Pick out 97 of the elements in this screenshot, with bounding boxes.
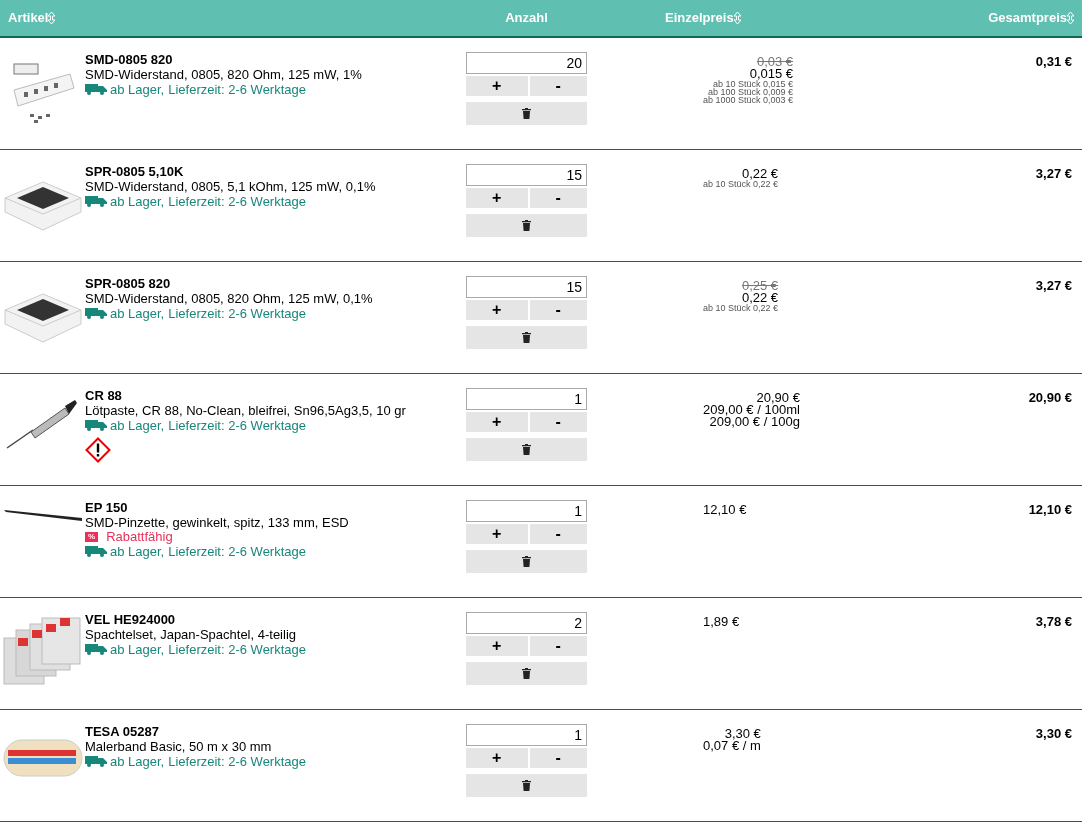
truck-icon	[85, 196, 107, 207]
decrease-button[interactable]: -	[529, 748, 587, 768]
quantity-field[interactable]: 15	[466, 276, 587, 298]
unit-price: 209,00 € / 100ml	[703, 404, 800, 416]
discount-label: Rabattfähig	[106, 530, 173, 544]
decrease-button[interactable]: -	[529, 188, 587, 208]
delivery-time: Lieferzeit: 2-6 Werktage	[168, 754, 306, 769]
product-code: TESA 05287	[85, 724, 160, 739]
delete-button[interactable]	[466, 662, 587, 685]
trash-icon	[522, 668, 531, 679]
delete-button[interactable]	[466, 438, 587, 461]
total-price: 20,90 €	[1027, 389, 1073, 407]
increase-button[interactable]: +	[466, 636, 528, 656]
truck-icon	[85, 420, 107, 431]
product-description: SMD-Widerstand, 0805, 820 Ohm, 125 mW, 1%	[85, 67, 363, 82]
trash-icon	[522, 332, 531, 343]
delete-button[interactable]	[466, 102, 587, 125]
quantity-field[interactable]: 15	[466, 164, 587, 186]
discount-badge: %	[85, 532, 99, 542]
truck-icon	[85, 546, 107, 557]
unit-price: 3,30 €	[724, 728, 761, 740]
increase-button[interactable]: +	[466, 412, 528, 432]
product-description: SMD-Widerstand, 0805, 5,1 kOhm, 125 mW, 0,1%	[85, 179, 377, 194]
product-code: EP 150	[85, 500, 129, 515]
column-header: Anzahl	[505, 9, 548, 28]
delivery-time: Lieferzeit: 2-6 Werktage	[168, 642, 306, 657]
unit-price: 12,10 €	[703, 504, 747, 516]
delivery-time: Lieferzeit: 2-6 Werktage	[168, 418, 306, 433]
trash-icon	[522, 108, 531, 119]
delivery-time: Lieferzeit: 2-6 Werktage	[168, 306, 306, 321]
total-price: 3,27 €	[1034, 277, 1073, 295]
tier-price: ab 1000 Stück 0,003 €	[703, 96, 794, 104]
product-description: SMD-Widerstand, 0805, 820 Ohm, 125 mW, 0,1%	[85, 291, 374, 306]
decrease-button[interactable]: -	[529, 524, 587, 544]
total-price: 3,78 €	[1034, 613, 1073, 631]
tier-price: ab 10 Stück 0,015 €	[713, 80, 794, 88]
product-code: CR 88	[85, 388, 123, 403]
product-description: Lötpaste, CR 88, No-Clean, bleifrei, Sn96,5Ag3,5, 10 gr	[85, 403, 407, 418]
total-price: 3,30 €	[1034, 725, 1073, 743]
stock-status: ab Lager,	[110, 82, 165, 97]
decrease-button[interactable]: -	[529, 300, 587, 320]
tier-price: ab 100 Stück 0,009 €	[708, 88, 794, 96]
delivery-time: Lieferzeit: 2-6 Werktage	[168, 194, 306, 209]
tier-price: ab 10 Stück 0,22 €	[703, 180, 779, 188]
stock-status: ab Lager,	[110, 754, 165, 769]
delivery-time: Lieferzeit: 2-6 Werktage	[168, 82, 306, 97]
quantity-field[interactable]: 1	[466, 724, 587, 746]
product-code: SMD-0805 820	[85, 52, 174, 67]
product-code: SPR-0805 820	[85, 276, 172, 291]
truck-icon	[85, 308, 107, 319]
quantity-field[interactable]: 2	[466, 612, 587, 634]
product-description: Spachtelset, Japan-Spachtel, 4-teilig	[85, 627, 297, 642]
trash-icon	[522, 220, 531, 231]
unit-price: 20,90 €	[756, 392, 800, 404]
decrease-button[interactable]: -	[529, 412, 587, 432]
unit-price: 0,015 €	[749, 68, 794, 80]
truck-icon	[85, 84, 107, 95]
stock-status: ab Lager,	[110, 194, 165, 209]
old-price: 0,25 €	[741, 280, 779, 292]
unit-price: 0,07 € / m	[703, 740, 761, 752]
total-price: 0,31 €	[1034, 53, 1073, 71]
increase-button[interactable]: +	[466, 524, 528, 544]
delete-button[interactable]	[466, 214, 587, 237]
unit-price: 0,22 €	[741, 292, 779, 304]
trash-icon	[522, 556, 531, 567]
delete-button[interactable]	[466, 774, 587, 797]
product-description: SMD-Pinzette, gewinkelt, spitz, 133 mm, ESD	[85, 515, 350, 530]
increase-button[interactable]: +	[466, 76, 528, 96]
truck-icon	[85, 756, 107, 767]
tier-price: ab 10 Stück 0,22 €	[703, 304, 779, 312]
delete-button[interactable]	[466, 326, 587, 349]
total-price: 3,27 €	[1034, 165, 1073, 183]
truck-icon	[85, 644, 107, 655]
product-description: Malerband Basic, 50 m x 30 mm	[85, 739, 273, 754]
delivery-time: Lieferzeit: 2-6 Werktage	[168, 544, 306, 559]
increase-button[interactable]: +	[466, 188, 528, 208]
quantity-field[interactable]: 20	[466, 52, 587, 74]
delete-button[interactable]	[466, 550, 587, 573]
increase-button[interactable]: +	[466, 300, 528, 320]
stock-status: ab Lager,	[110, 544, 165, 559]
decrease-button[interactable]: -	[529, 76, 587, 96]
trash-icon	[522, 780, 531, 791]
trash-icon	[522, 444, 531, 455]
stock-status: ab Lager,	[110, 306, 165, 321]
total-price: 12,10 €	[1027, 501, 1073, 519]
unit-price: 209,00 € / 100g	[709, 416, 800, 428]
old-price: 0,03 €	[756, 56, 794, 68]
stock-status: ab Lager,	[110, 642, 165, 657]
quantity-field[interactable]: 1	[466, 388, 587, 410]
unit-price: 0,22 €	[741, 168, 779, 180]
product-code: VEL HE924000	[85, 612, 177, 627]
product-code: SPR-0805 5,10K	[85, 164, 185, 179]
decrease-button[interactable]: -	[529, 636, 587, 656]
unit-price: 1,89 €	[703, 616, 740, 628]
stock-status: ab Lager,	[110, 418, 165, 433]
quantity-field[interactable]: 1	[466, 500, 587, 522]
increase-button[interactable]: +	[466, 748, 528, 768]
